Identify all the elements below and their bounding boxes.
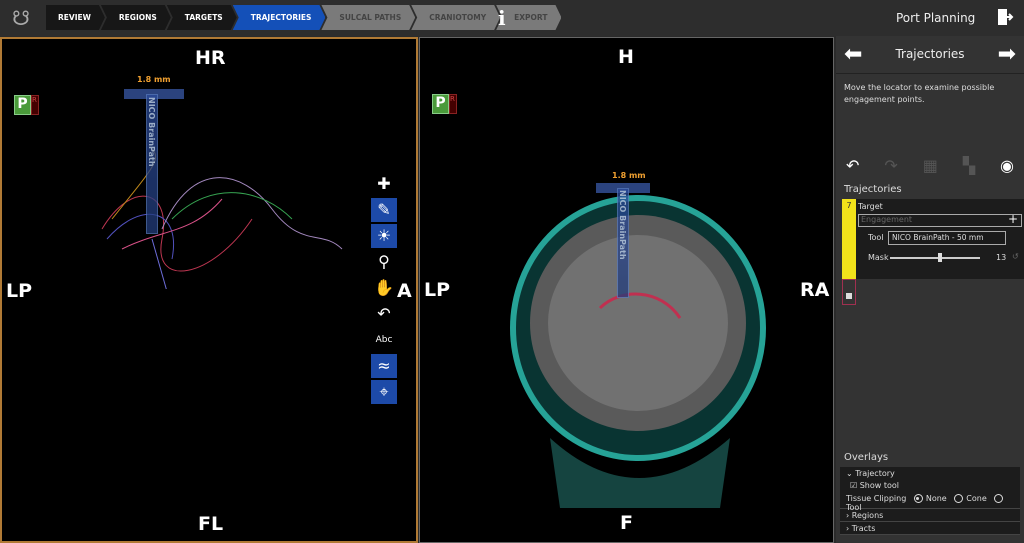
- step-targets[interactable]: TARGETS: [167, 5, 237, 30]
- trajectories-section-label: Trajectories: [844, 184, 902, 195]
- step-sulcal-paths[interactable]: SULCAL PATHS: [321, 5, 415, 30]
- radio-tool[interactable]: [994, 494, 1004, 503]
- regions-label: Regions: [851, 511, 884, 520]
- radio-cone[interactable]: [954, 494, 964, 503]
- overlays-title: Overlays: [844, 452, 889, 463]
- orient-right: A: [397, 280, 412, 302]
- step-trajectories[interactable]: TRAJECTORIES: [233, 5, 326, 30]
- locator-icon[interactable]: ✎: [371, 198, 397, 222]
- copy-icon: [846, 293, 852, 299]
- mask-label: Mask: [868, 253, 889, 262]
- viewport-right[interactable]: H F LP RA PR NICO BrainPath 1.8 mm: [419, 37, 834, 543]
- tracts-toggle[interactable]: › Tracts: [840, 522, 1020, 535]
- sidebar: ⬅ Trajectories ➡ Move the locator to exa…: [836, 36, 1024, 543]
- tissue-clipping-label: Tissue Clipping: [846, 494, 907, 503]
- checkbox-checked-icon: ☑: [850, 481, 858, 490]
- orient-bottom: FL: [198, 513, 224, 535]
- viewport-left[interactable]: HR FL LP A PR NICO BrainPath 1.8 mm ✚ ✎ …: [0, 37, 418, 543]
- trajectory-overlay-label: Trajectory: [855, 469, 895, 478]
- mask-value: 13: [996, 253, 1007, 262]
- tool-label: Tool: [868, 233, 884, 242]
- info-icon[interactable]: i: [498, 6, 506, 30]
- overlay-trajectory: ⌄ Trajectory ☑ Show tool Tissue Clipping…: [840, 467, 1020, 535]
- step-craniotomy[interactable]: CRANIOTOMY: [411, 5, 500, 30]
- top-bar: ☋ REVIEW REGIONS TARGETS TRAJECTORIES SU…: [0, 0, 1024, 36]
- undo-icon[interactable]: ↶: [371, 302, 397, 326]
- target-row[interactable]: Target: [858, 202, 1022, 211]
- trajectory-color-bar[interactable]: 7: [842, 199, 856, 279]
- tool-size: 1.8 mm: [612, 171, 646, 180]
- add-trajectory-button[interactable]: [842, 279, 856, 305]
- engagement-row[interactable]: Engagement +: [858, 212, 1022, 227]
- tracts-icon[interactable]: ≈: [371, 354, 397, 378]
- eye-icon[interactable]: ◉: [1000, 156, 1014, 175]
- grid-icon[interactable]: ▚: [963, 156, 975, 175]
- orientation-marker[interactable]: PR: [432, 94, 458, 114]
- radio-cone-label: Cone: [966, 494, 987, 503]
- film-icon[interactable]: ▦: [923, 156, 938, 175]
- orient-right: RA: [800, 279, 830, 301]
- show-tool-checkbox[interactable]: ☑ Show tool: [840, 480, 1020, 493]
- fiber-tracts: [101, 148, 343, 289]
- target-icon[interactable]: ⌖: [371, 380, 397, 404]
- action-icons: ↶ ↷ ▦ ▚ ◉: [836, 152, 1024, 178]
- step-regions[interactable]: REGIONS: [101, 5, 171, 30]
- orientation-marker[interactable]: PR: [14, 95, 40, 115]
- reset-icon[interactable]: ↺: [1012, 252, 1019, 261]
- step-review[interactable]: REVIEW: [46, 5, 105, 30]
- orient-top: H: [618, 46, 634, 68]
- instructions: Move the locator to examine possible eng…: [844, 83, 995, 104]
- redo-icon[interactable]: ↷: [884, 156, 897, 175]
- sidebar-title: Trajectories: [895, 47, 965, 61]
- trajectory-item: 7 Target Engagement + Tool NICO BrainPath…: [842, 199, 1024, 319]
- brightness-icon[interactable]: ☀: [371, 224, 397, 248]
- sidebar-header: ⬅ Trajectories ➡: [836, 36, 1024, 74]
- r-label: R: [449, 94, 457, 114]
- tracts-label: Tracts: [851, 524, 876, 533]
- app-logo-icon: ☋: [12, 6, 30, 30]
- tool-name: NICO BrainPath: [618, 190, 627, 260]
- orient-top: HR: [195, 47, 226, 69]
- tool-select[interactable]: NICO BrainPath - 50 mm: [888, 231, 1006, 245]
- tool-name: NICO BrainPath: [147, 97, 156, 167]
- undo-icon[interactable]: ↶: [846, 156, 859, 175]
- p-label: P: [14, 95, 31, 115]
- workflow-steps: REVIEW REGIONS TARGETS TRAJECTORIES SULC…: [46, 5, 557, 30]
- trajectory-toggle[interactable]: ⌄ Trajectory: [840, 467, 1020, 480]
- zoom-icon[interactable]: ⚲: [371, 250, 397, 274]
- labels-icon[interactable]: Abc: [371, 328, 397, 352]
- mask-slider[interactable]: [890, 253, 980, 262]
- mask-slider-knob[interactable]: [938, 253, 942, 262]
- mri-coronal-image: [510, 195, 766, 508]
- orient-left: LP: [6, 280, 33, 302]
- radio-none-label: None: [925, 494, 947, 503]
- regions-toggle[interactable]: › Regions: [840, 509, 1020, 522]
- orient-left: LP: [424, 279, 451, 301]
- crosshair-icon[interactable]: ✚: [371, 172, 397, 196]
- forward-arrow-icon[interactable]: ➡: [998, 42, 1016, 67]
- tool-size: 1.8 mm: [137, 75, 171, 84]
- view-toolbar: ✚ ✎ ☀ ⚲ ✋ ↶ Abc ≈ ⌖: [371, 172, 397, 406]
- show-tool-label: Show tool: [859, 481, 899, 490]
- add-icon[interactable]: +: [1008, 212, 1018, 226]
- r-label: R: [31, 95, 39, 115]
- radio-none[interactable]: [913, 494, 923, 503]
- pan-icon[interactable]: ✋: [371, 276, 397, 300]
- exit-icon[interactable]: [996, 8, 1014, 26]
- p-label: P: [432, 94, 449, 114]
- engagement-label: Engagement: [861, 215, 913, 224]
- app-title: Port Planning: [896, 11, 976, 25]
- tissue-clipping-row: Tissue Clipping None Cone Tool: [840, 493, 1020, 512]
- overlays-section: Overlays ⌄ Trajectory ☑ Show tool Tissue…: [836, 448, 1024, 535]
- trajectory-panel: Target Engagement + Tool NICO BrainPath -…: [856, 199, 1024, 279]
